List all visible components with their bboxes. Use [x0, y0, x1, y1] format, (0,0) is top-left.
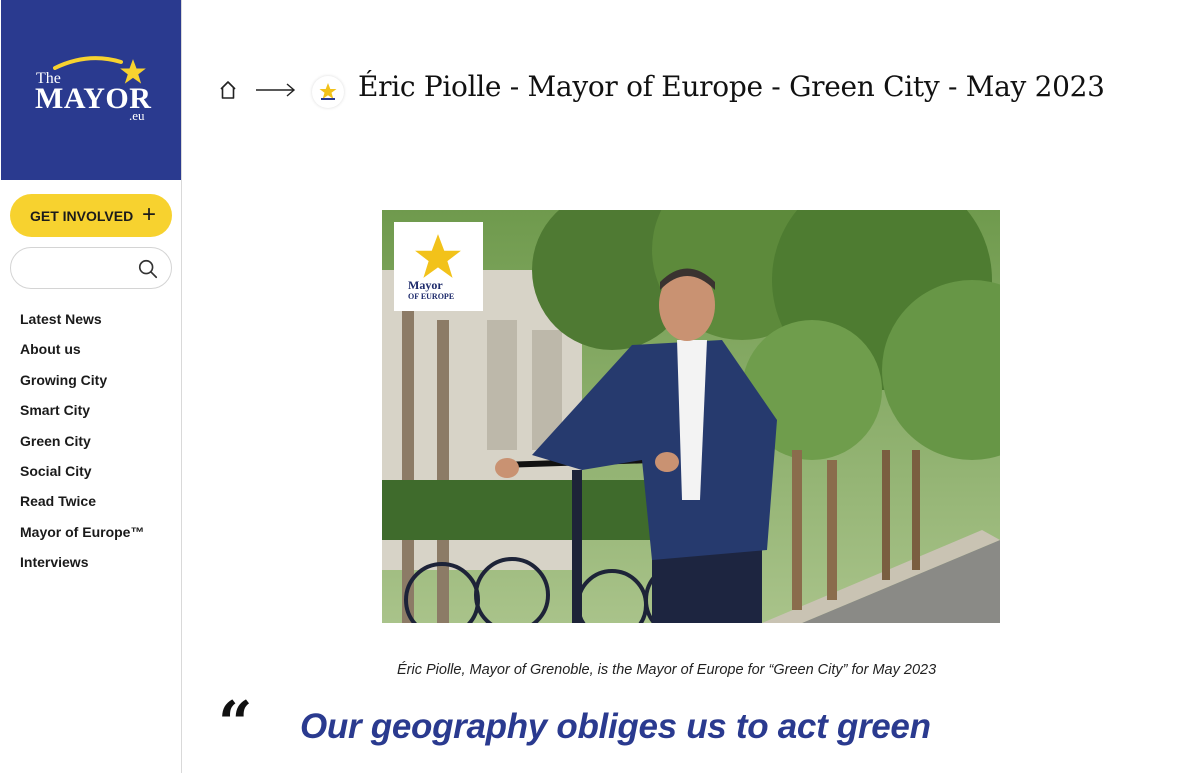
- logo-arc-icon: [53, 56, 123, 70]
- sidebar-nav: Latest News About us Growing City Smart …: [20, 309, 144, 583]
- image-caption: Éric Piolle, Mayor of Grenoble, is the M…: [397, 662, 937, 678]
- get-involved-button[interactable]: GET INVOLVED +: [10, 194, 172, 237]
- nav-item-latest-news[interactable]: Latest News: [20, 309, 144, 339]
- home-icon[interactable]: [219, 80, 237, 100]
- hero-image: Mayor OF EUROPE: [382, 210, 1000, 623]
- nav-item-about-us[interactable]: About us: [20, 339, 144, 369]
- nav-item-read-twice[interactable]: Read Twice: [20, 491, 144, 521]
- search-icon[interactable]: [137, 258, 159, 280]
- mayor-of-europe-badge-icon: [312, 76, 344, 108]
- arrow-right-icon: [256, 83, 296, 97]
- search-input[interactable]: [23, 256, 137, 282]
- badge-line2: OF EUROPE: [408, 292, 455, 301]
- nav-item-social-city[interactable]: Social City: [20, 461, 144, 491]
- nav-item-growing-city[interactable]: Growing City: [20, 370, 144, 400]
- get-involved-label: GET INVOLVED: [30, 207, 134, 224]
- pull-quote: Our geography obliges us to act green: [300, 707, 931, 746]
- sidebar: The MAYOR .eu GET INVOLVED + Latest News…: [0, 0, 182, 773]
- logo-eu-text: .eu: [129, 108, 145, 123]
- nav-item-green-city[interactable]: Green City: [20, 431, 144, 461]
- quote-mark-icon: “: [218, 689, 253, 759]
- site-logo[interactable]: The MAYOR .eu: [1, 0, 181, 180]
- star-icon: [415, 234, 461, 278]
- mayor-of-europe-logo: Mayor OF EUROPE: [394, 222, 483, 311]
- page-title: Éric Piolle - Mayor of Europe - Green Ci…: [358, 70, 1105, 103]
- search-box: [10, 247, 172, 289]
- plus-icon: +: [141, 201, 156, 228]
- badge-line1: Mayor: [408, 278, 443, 292]
- nav-item-mayor-of-europe[interactable]: Mayor of Europe™: [20, 522, 144, 552]
- nav-item-interviews[interactable]: Interviews: [20, 552, 144, 582]
- nav-item-smart-city[interactable]: Smart City: [20, 400, 144, 430]
